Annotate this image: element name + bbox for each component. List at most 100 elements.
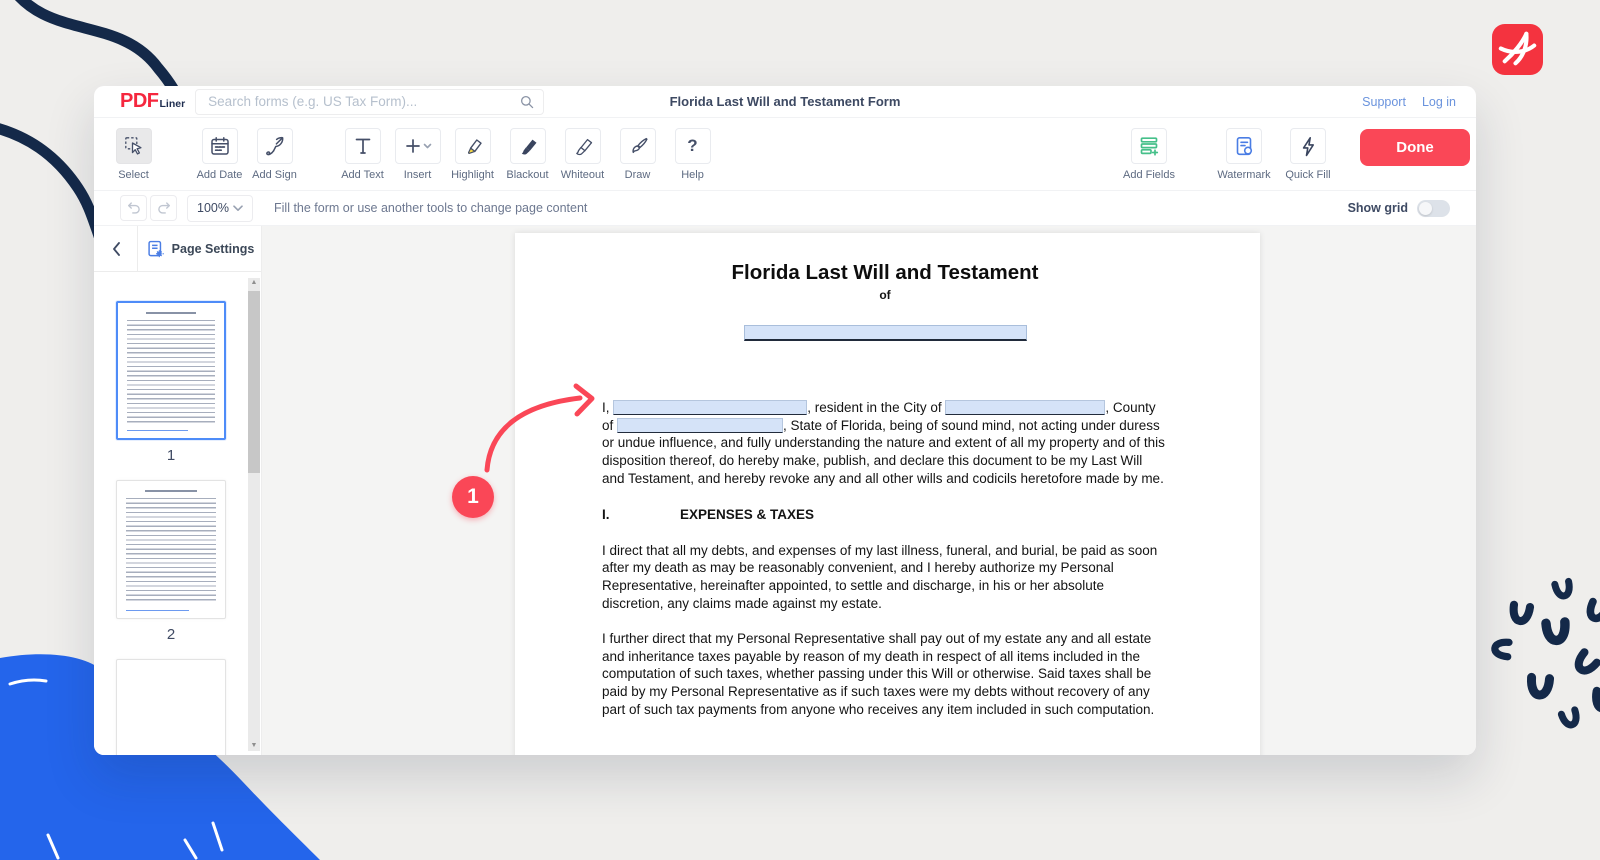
scroll-down-arrow[interactable]: ▼ [248,741,260,751]
pages-sidebar: Page Settings 1 2 3 ▲ ▼ [94,226,262,755]
navy-curve-left [0,124,99,236]
tool-label: Add Text [341,169,384,181]
show-grid-label: Show grid [1348,201,1408,215]
login-link[interactable]: Log in [1422,95,1456,109]
search-input[interactable] [195,89,544,115]
thumb-text-lines [127,320,215,424]
undo-redo-group [120,195,177,221]
scroll-up-arrow[interactable]: ▲ [248,278,260,288]
page-number: 1 [116,447,226,464]
tool-label: Add Date [197,169,243,181]
sidebar-header: Page Settings [94,226,261,272]
main-toolbar: Select Add Date Add Sign Add Text Insert… [94,118,1476,190]
name-field-row [602,325,1168,346]
page-thumbnail-3[interactable] [116,659,226,755]
step-number-badge: 1 [452,476,494,518]
toolbar-hint-text: Fill the form or use another tools to ch… [274,201,587,215]
document-title-header: Florida Last Will and Testament Form [670,94,901,109]
tool-label: Highlight [451,169,494,181]
zoom-value: 100% [197,201,229,215]
tool-label: Select [118,169,149,181]
section-number: I. [602,506,680,524]
page-settings-icon [145,239,165,259]
intro-text: , resident in the City of [807,400,945,415]
quick-fill-bolt-icon [1290,128,1326,164]
highlighter-icon [455,128,491,164]
document-content: Florida Last Will and Testament of I, , … [602,233,1168,718]
zoom-select[interactable]: 100% [187,195,253,222]
pdfliner-logo[interactable]: PDFLiner [120,90,185,113]
show-grid-control: Show grid [1348,200,1450,217]
tool-add-text[interactable]: Add Text [335,128,390,181]
main-area: Page Settings 1 2 3 ▲ ▼ [94,226,1476,755]
page-settings-tab[interactable]: Page Settings [137,226,261,271]
tool-highlight[interactable]: Highlight [445,128,500,181]
thumb-title-line [145,490,197,492]
undo-button[interactable] [120,195,147,221]
tool-draw[interactable]: Draw [610,128,665,181]
fill-field-full-name[interactable] [744,325,1027,341]
page-thumbnail-2[interactable] [116,480,226,619]
page-settings-label: Page Settings [172,242,255,256]
page-thumb-item: 2 [116,480,226,643]
tool-add-date[interactable]: Add Date [192,128,247,181]
page-thumb-item: 3 [116,659,226,755]
chevron-left-icon [111,241,121,257]
tool-whiteout[interactable]: Whiteout [555,128,610,181]
page-number: 2 [116,626,226,643]
tool-add-fields[interactable]: Add Fields [1117,128,1181,181]
tool-label: Watermark [1217,169,1270,181]
watermark-icon [1226,128,1262,164]
navy-spots [1494,581,1600,726]
text-icon [345,128,381,164]
calendar-icon [202,128,238,164]
tool-blackout[interactable]: Blackout [500,128,555,181]
whiteout-brush-icon [565,128,601,164]
signature-pen-icon [257,128,293,164]
add-fields-icon [1131,128,1167,164]
app-header: PDFLiner Florida Last Will and Testament… [94,86,1476,118]
select-cursor-icon [116,128,152,164]
question-mark-icon: ? [675,128,711,164]
tool-label: Blackout [506,169,548,181]
tool-label: Quick Fill [1285,169,1330,181]
fill-field-testator-name[interactable] [613,400,807,415]
section-paragraph-2: I further direct that my Personal Repres… [602,630,1168,718]
redo-button[interactable] [150,195,177,221]
section-paragraph-1: I direct that all my debts, and expenses… [602,542,1168,612]
search-icon[interactable] [519,94,535,110]
tool-label: Insert [404,169,432,181]
logo-liner-text: Liner [160,98,186,110]
section-heading: I. EXPENSES & TAXES [602,506,1168,524]
toolbar-right: Add Fields Watermark Quick Fill Done [1117,128,1470,181]
tool-select[interactable]: Select [106,128,161,181]
support-link[interactable]: Support [1362,95,1406,109]
will-subtitle: of [602,287,1168,305]
scrollbar-thumb[interactable] [248,291,260,473]
sidebar-scrollbar[interactable]: ▲ ▼ [248,278,260,751]
toggle-knob [1419,202,1432,215]
thumb-link-line [126,610,189,612]
tool-label: Add Sign [252,169,297,181]
tool-add-sign[interactable]: Add Sign [247,128,302,181]
tool-label: Help [681,169,704,181]
will-title: Florida Last Will and Testament [602,261,1168,285]
done-button[interactable]: Done [1360,129,1470,166]
search-form [195,89,544,115]
tool-insert[interactable]: Insert [390,128,445,181]
collapse-sidebar-button[interactable] [94,226,137,271]
tool-help[interactable]: ? Help [665,128,720,181]
tool-quick-fill[interactable]: Quick Fill [1276,128,1340,181]
fill-field-county[interactable] [617,418,783,433]
tool-watermark[interactable]: Watermark [1212,128,1276,181]
insert-plus-icon [395,128,441,164]
fill-field-city[interactable] [945,400,1105,415]
pdfliner-app-icon [1492,24,1543,75]
intro-text: I, [602,400,613,415]
sub-toolbar: 100% Fill the form or use another tools … [94,190,1476,226]
intro-paragraph: I, , resident in the City of , County of… [602,399,1168,487]
page-thumbnails-list: 1 2 3 [94,272,261,755]
page-thumbnail-1[interactable] [116,301,226,440]
show-grid-toggle[interactable] [1417,200,1450,217]
page-thumb-item: 1 [116,301,226,464]
